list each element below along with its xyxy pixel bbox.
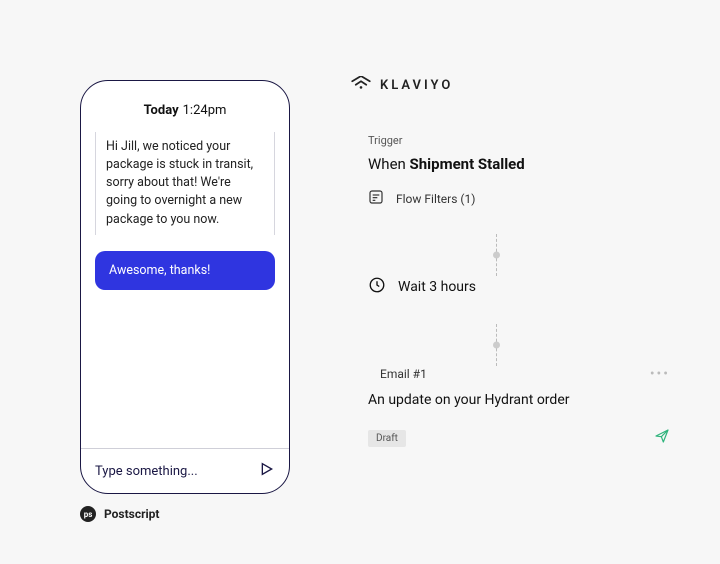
filter-icon [368, 189, 384, 208]
paper-plane-icon[interactable] [654, 428, 670, 448]
message-input[interactable]: Type something... [81, 448, 289, 493]
trigger-prefix: When [368, 155, 410, 173]
trigger-section: Trigger When Shipment Stalled Flow Filte… [350, 134, 670, 208]
klaviyo-logo: KLAVIYO [350, 76, 670, 94]
conversation-date-header: Today 1:24pm [81, 81, 289, 132]
phone-mockup: Today 1:24pm Hi Jill, we noticed your pac… [80, 80, 290, 494]
flow-filters-label: Flow Filters (1) [396, 192, 475, 206]
send-triangle-icon[interactable] [259, 461, 275, 481]
message-input-placeholder: Type something... [95, 464, 251, 479]
clock-icon [368, 276, 386, 298]
email-step[interactable]: Email #1 ••• An update on your Hydrant o… [368, 366, 670, 448]
email-header-row: Email #1 ••• [368, 366, 670, 382]
status-badge: Draft [368, 430, 406, 447]
trigger-event: Shipment Stalled [410, 155, 525, 173]
flow-connector [490, 324, 670, 366]
email-subject: An update on your Hydrant order [368, 392, 670, 408]
trigger-caption: Trigger [368, 134, 670, 147]
incoming-message: Hi Jill, we noticed your package is stuc… [95, 132, 275, 235]
trigger-text: When Shipment Stalled [368, 155, 670, 173]
flow-filters-row[interactable]: Flow Filters (1) [368, 189, 670, 208]
header-time: 1:24pm [183, 103, 227, 118]
wait-label: Wait 3 hours [398, 279, 476, 295]
klaviyo-wifi-icon [350, 76, 372, 94]
outgoing-message: Awesome, thanks! [95, 251, 275, 290]
postscript-label: Postscript [104, 507, 159, 521]
more-menu-icon[interactable]: ••• [650, 366, 670, 382]
email-footer-row: Draft [368, 428, 670, 448]
postscript-badge-icon: ps [80, 506, 96, 522]
header-day: Today [144, 103, 179, 118]
klaviyo-wordmark: KLAVIYO [380, 78, 453, 93]
flow-connector [490, 234, 670, 276]
email-label: Email #1 [380, 367, 427, 381]
conversation-body: Hi Jill, we noticed your package is stuc… [81, 132, 289, 448]
klaviyo-flow: KLAVIYO Trigger When Shipment Stalled Fl… [350, 76, 670, 448]
postscript-brand: ps Postscript [80, 506, 159, 522]
wait-section: Wait 3 hours [350, 276, 670, 298]
wait-step[interactable]: Wait 3 hours [368, 276, 670, 298]
